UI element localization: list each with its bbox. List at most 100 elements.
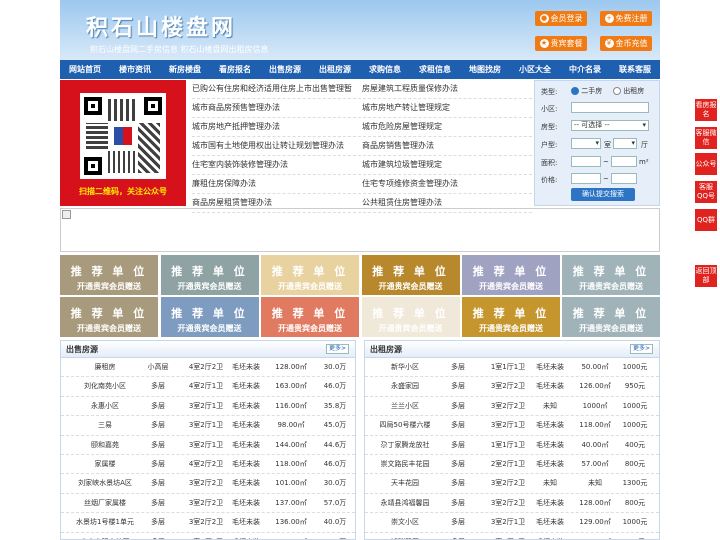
table-row[interactable]: 刘化南苑小区 多层 4室2厅1卫 毛坯未装 163.00㎡ 46.0万 bbox=[61, 377, 355, 397]
recommended-unit-ad[interactable]: 推 荐 单 位开通贵宾会员赠送 bbox=[160, 297, 259, 337]
recommended-unit-ad[interactable]: 推 荐 单 位开通贵宾会员赠送 bbox=[361, 297, 460, 337]
hall-select[interactable]: ▾ bbox=[613, 138, 637, 149]
recommended-unit-ad[interactable]: 推 荐 单 位开通贵宾会员赠送 bbox=[261, 255, 359, 295]
community-name: 丝烟厂家属楼 bbox=[84, 498, 126, 507]
policy-link[interactable]: 城市危险房屋管理规定 bbox=[362, 118, 532, 136]
nav-item[interactable]: 看房报名 bbox=[210, 60, 260, 79]
float-button[interactable]: 返回顶部 bbox=[695, 265, 717, 287]
radio-second-hand[interactable]: 二手房 bbox=[571, 86, 602, 96]
table-row[interactable]: 三易 多层 3室2厅1卫 毛坯未装 98.00㎡ 45.0万 bbox=[61, 416, 355, 436]
nav-item[interactable]: 求租信息 bbox=[410, 60, 460, 79]
radio-rental[interactable]: 出租房 bbox=[613, 86, 644, 96]
house-type-select[interactable]: -- 可选择 -- ▾ bbox=[571, 120, 649, 131]
decoration: 毛坯未装 bbox=[536, 363, 564, 371]
nav-item[interactable]: 楼市资讯 bbox=[110, 60, 160, 79]
recommended-unit-ad[interactable]: 推 荐 单 位开通贵宾会员赠送 bbox=[562, 255, 660, 295]
nav-item[interactable]: 求购信息 bbox=[360, 60, 410, 79]
site-slogan: 积石山楼盘网二手房信息 积石山楼盘网出租房信息 bbox=[90, 45, 269, 54]
area-unit: m² bbox=[639, 158, 649, 166]
recommended-unit-ad[interactable]: 推 荐 单 位开通贵宾会员赠送 bbox=[462, 255, 560, 295]
register-button[interactable]: + 免费注册 bbox=[600, 11, 652, 26]
search-submit-button[interactable]: 确认提交搜索 bbox=[571, 188, 635, 201]
recommended-unit-ad[interactable]: 推 荐 单 位开通贵宾会员赠送 bbox=[462, 297, 560, 337]
area-min-input[interactable] bbox=[571, 156, 601, 167]
vip-package-button[interactable]: ★ 贵宾套餐 bbox=[535, 36, 587, 51]
policy-link[interactable]: 城市建筑垃圾管理规定 bbox=[362, 156, 532, 174]
nav-item[interactable]: 出售房源 bbox=[260, 60, 310, 79]
nav-item[interactable]: 地图找房 bbox=[460, 60, 510, 79]
decoration: 毛坯未装 bbox=[536, 498, 564, 507]
table-row[interactable]: 鸿瑞馨园多层3室2厅1卫毛坯未装128.00㎡900元 bbox=[365, 533, 659, 539]
table-row[interactable]: 颐和嘉苑 多层 3室2厅1卫 毛坯未装 144.00㎡ 44.6万 bbox=[61, 436, 355, 455]
area-label: 面积: bbox=[541, 159, 558, 167]
recommended-unit-ad[interactable]: 推 荐 单 位开通贵宾会员赠送 bbox=[361, 255, 460, 295]
policy-link[interactable]: 城市商品房预售管理办法 bbox=[192, 99, 362, 117]
ad-banner[interactable] bbox=[60, 208, 660, 252]
qr-finder bbox=[144, 97, 162, 115]
recommended-unit-ad[interactable]: 推 荐 单 位开通贵宾会员赠送 bbox=[160, 255, 259, 295]
sale-more-link[interactable]: 更多> bbox=[325, 344, 349, 354]
recommended-unit-ad[interactable]: 推 荐 单 位开通贵宾会员赠送 bbox=[60, 297, 158, 337]
area: 163.00㎡ bbox=[275, 382, 307, 391]
table-row[interactable]: 永靖县鸿福馨园 多层 3室2厅2卫 毛坯未装 128.00㎡ 800元 bbox=[365, 494, 659, 514]
recommended-unit-ad[interactable]: 推 荐 单 位开通贵宾会员赠送 bbox=[60, 255, 158, 295]
float-button[interactable]: 客服QQ号 bbox=[695, 181, 717, 203]
community-name: 鸿瑞馨园 bbox=[365, 533, 445, 539]
float-button[interactable]: 客服微信 bbox=[695, 127, 717, 149]
qr-finder bbox=[84, 97, 102, 115]
policy-link[interactable]: 城市国有土地使用权出让转让规划管理办法 bbox=[192, 137, 362, 155]
nav-item[interactable]: 联系客服 bbox=[610, 60, 660, 79]
table-row[interactable]: 崇文小区 多层 3室2厅1卫 毛坯未装 129.00㎡ 1000元 bbox=[365, 513, 659, 533]
price-max-input[interactable] bbox=[611, 173, 637, 184]
table-row[interactable]: 水景坊1号楼1单元 多层 3室2厅2卫 毛坯未装 136.00㎡ 40.0万 bbox=[61, 513, 355, 533]
link-row: 已购公有住房和经济适用住房上市出售管理暂 房屋建筑工程质量保修办法 bbox=[192, 80, 532, 99]
floor-type: 小高层 bbox=[147, 363, 169, 371]
table-row[interactable]: 小十字明丰花园多层3室2厅1卫毛坯未装115.00㎡45.5万 bbox=[61, 533, 355, 539]
nav-item[interactable]: 网站首页 bbox=[60, 60, 110, 79]
table-row[interactable]: 丝烟厂家属楼 多层 3室2厅2卫 毛坯未装 137.00㎡ 57.0万 bbox=[61, 494, 355, 514]
nav-item[interactable]: 新房楼盘 bbox=[160, 60, 210, 79]
link-row: 城市商品房预售管理办法 城市房地产转让管理规定 bbox=[192, 99, 532, 118]
nav-item[interactable]: 中介名录 bbox=[560, 60, 610, 79]
policy-link[interactable]: 商品房销售管理办法 bbox=[362, 137, 532, 155]
price-min-input[interactable] bbox=[571, 173, 601, 184]
table-row[interactable]: 刘家峡水景坊A区 多层 3室2厅2卫 毛坯未装 101.00㎡ 30.0万 bbox=[61, 474, 355, 494]
policy-link[interactable]: 城市房地产抵押管理办法 bbox=[192, 118, 362, 136]
nav-item[interactable]: 出租房源 bbox=[310, 60, 360, 79]
float-button[interactable]: 看房报名 bbox=[695, 99, 717, 121]
float-button[interactable]: 公众号 bbox=[695, 153, 717, 175]
price: 45.5万 bbox=[315, 533, 355, 539]
room-select[interactable]: ▾ bbox=[571, 138, 601, 149]
price: 900元 bbox=[615, 533, 655, 539]
policy-link[interactable]: 住宅室内装饰装修管理办法 bbox=[192, 156, 362, 174]
policy-link[interactable]: 廉租住房保障办法 bbox=[192, 175, 362, 193]
ad-title: 推 荐 单 位 bbox=[372, 265, 449, 278]
table-row[interactable]: 新华小区 多层 1室1厅1卫 毛坯未装 50.00㎡ 1000元 bbox=[365, 358, 659, 378]
table-row[interactable]: 廉租房 小高层 4室2厅2卫 毛坯未装 128.00㎡ 30.0万 bbox=[61, 358, 355, 378]
recharge-button[interactable]: ¥ 金币充值 bbox=[600, 36, 652, 51]
policy-link[interactable]: 城市房地产转让管理规定 bbox=[362, 99, 532, 117]
area-max-input[interactable] bbox=[611, 156, 637, 167]
float-button[interactable]: QQ群 bbox=[695, 209, 717, 231]
ad-subtitle: 开通贵宾会员赠送 bbox=[579, 324, 643, 333]
login-button[interactable]: ● 会员登录 bbox=[535, 11, 587, 26]
community-name: 新华小区 bbox=[391, 363, 419, 371]
table-row[interactable]: 家属楼 多层 4室2厅2卫 毛坯未装 118.00㎡ 46.0万 bbox=[61, 455, 355, 475]
table-row[interactable]: 兰兰小区 多层 3室2厅2卫 未知 1000㎡ 1000元 bbox=[365, 397, 659, 417]
table-row[interactable]: 四局50号楼六楼 多层 3室2厅1卫 毛坯未装 118.00㎡ 1000元 bbox=[365, 416, 659, 436]
policy-link[interactable]: 房屋建筑工程质量保修办法 bbox=[362, 80, 532, 98]
table-row[interactable]: 崇文路民丰花园 多层 2室2厅1卫 毛坯未装 57.00㎡ 800元 bbox=[365, 455, 659, 475]
table-row[interactable]: 永盛家园 多层 3室2厅2卫 毛坯未装 126.00㎡ 950元 bbox=[365, 377, 659, 397]
qr-pattern bbox=[108, 99, 138, 121]
recommended-unit-ad[interactable]: 推 荐 单 位开通贵宾会员赠送 bbox=[261, 297, 359, 337]
policy-link[interactable]: 已购公有住房和经济适用住房上市出售管理暂 bbox=[192, 80, 362, 98]
table-row[interactable]: 永惠小区 多层 3室2厅1卫 毛坯未装 116.00㎡ 35.8万 bbox=[61, 397, 355, 417]
table-row[interactable]: 天丰花园 多层 3室2厅2卫 未知 未知 1300元 bbox=[365, 474, 659, 494]
recommended-unit-ad[interactable]: 推 荐 单 位开通贵宾会员赠送 bbox=[562, 297, 660, 337]
rent-more-link[interactable]: 更多> bbox=[629, 344, 653, 354]
site-logo[interactable]: 积石山楼盘网 bbox=[86, 10, 236, 42]
policy-link[interactable]: 住宅专项维修资金管理办法 bbox=[362, 175, 532, 193]
table-row[interactable]: 尕丁家腾龙放社 多层 1室1厅1卫 毛坯未装 40.00㎡ 400元 bbox=[365, 436, 659, 455]
community-input[interactable] bbox=[571, 102, 649, 113]
nav-item[interactable]: 小区大全 bbox=[510, 60, 560, 79]
